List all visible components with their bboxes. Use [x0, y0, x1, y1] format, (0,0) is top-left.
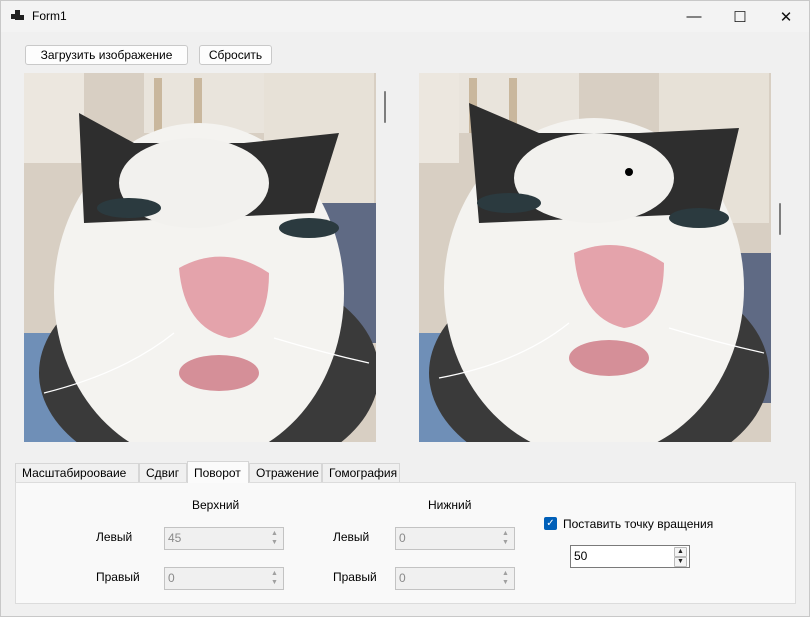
bottom-right-stepper[interactable]: 0 ▲ ▼	[395, 567, 515, 590]
tab-shift[interactable]: Сдвиг	[139, 463, 187, 482]
pivot-value: 50	[574, 549, 588, 563]
tab-reflection[interactable]: Отражение	[249, 463, 322, 482]
top-left-value: 45	[168, 531, 182, 545]
tab-scaling[interactable]: Масштабирооваие	[15, 463, 139, 482]
minimize-button[interactable]: —	[671, 1, 717, 32]
down-arrow-icon: ▼	[271, 539, 278, 546]
reset-button[interactable]: Сбросить	[199, 45, 272, 65]
top-header: Верхний	[192, 498, 240, 512]
up-arrow-icon: ▲	[502, 570, 509, 577]
main-window: Form1 — ☐ ✕ Загрузить изображение Сброси…	[0, 0, 810, 617]
up-arrow-icon: ▲	[502, 530, 509, 537]
up-arrow-icon: ▲	[271, 530, 278, 537]
app-icon	[11, 10, 24, 22]
pivot-stepper[interactable]: 50 ▲ ▼	[570, 545, 690, 568]
down-arrow-icon: ▼	[502, 579, 509, 586]
tab-homography[interactable]: Гомография	[322, 463, 400, 482]
bottom-header: Нижний	[428, 498, 472, 512]
close-icon: ✕	[779, 8, 793, 26]
bottom-left-label: Левый	[333, 530, 370, 544]
minimize-icon: —	[686, 8, 702, 25]
top-right-stepper[interactable]: 0 ▲ ▼	[164, 567, 284, 590]
top-right-label: Правый	[96, 570, 140, 584]
pivot-checkbox[interactable]: ✓	[544, 517, 557, 530]
load-image-button[interactable]: Загрузить изображение	[25, 45, 188, 65]
top-left-stepper[interactable]: 45 ▲ ▼	[164, 527, 284, 550]
down-arrow-icon: ▼	[502, 539, 509, 546]
down-arrow-icon[interactable]: ▼	[674, 557, 687, 567]
window-title: Form1	[32, 9, 67, 23]
maximize-button[interactable]: ☐	[717, 1, 763, 32]
title-bar: Form1 — ☐ ✕	[1, 1, 809, 32]
up-arrow-icon[interactable]: ▲	[674, 547, 687, 557]
result-image[interactable]	[419, 73, 771, 442]
right-scrollbar[interactable]	[779, 203, 781, 235]
rotation-point-marker[interactable]	[625, 168, 633, 176]
up-arrow-icon: ▲	[271, 570, 278, 577]
close-button[interactable]: ✕	[763, 1, 809, 32]
pivot-checkbox-label[interactable]: Поставить точку вращения	[563, 517, 713, 531]
top-right-value: 0	[168, 571, 175, 585]
top-left-label: Левый	[96, 530, 133, 544]
checkmark-icon: ✓	[546, 518, 555, 529]
maximize-icon: ☐	[733, 8, 747, 26]
bottom-left-stepper[interactable]: 0 ▲ ▼	[395, 527, 515, 550]
left-scrollbar[interactable]	[384, 91, 386, 123]
bottom-left-value: 0	[399, 531, 406, 545]
bottom-right-value: 0	[399, 571, 406, 585]
tab-rotation[interactable]: Поворот	[187, 461, 249, 483]
bottom-right-label: Правый	[333, 570, 377, 584]
down-arrow-icon: ▼	[271, 579, 278, 586]
source-image	[24, 73, 376, 442]
